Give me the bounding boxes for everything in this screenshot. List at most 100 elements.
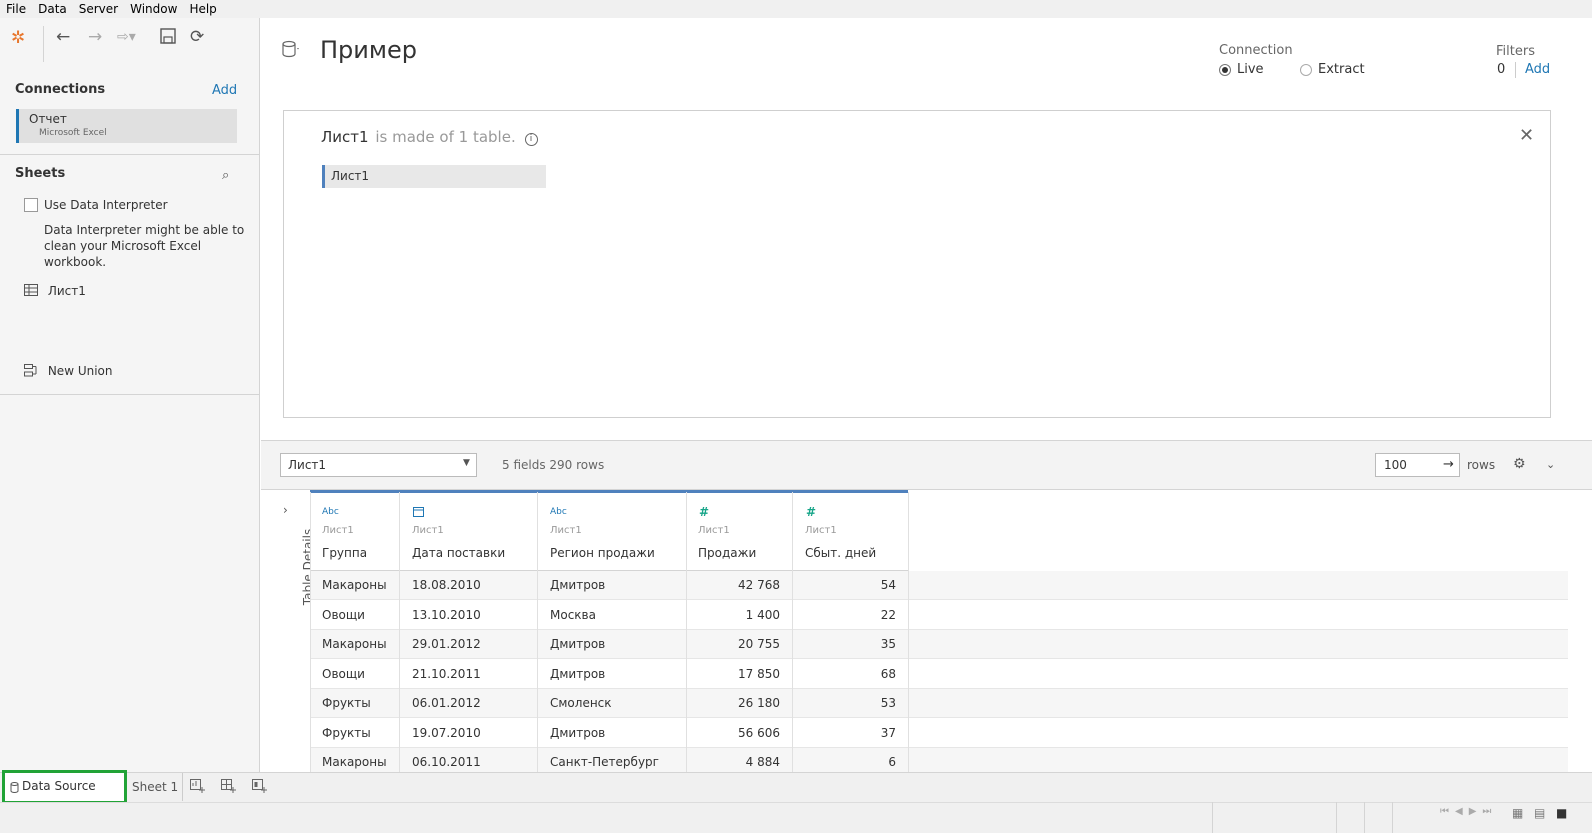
table-row <box>310 571 1568 600</box>
add-connection-link[interactable]: Add <box>212 83 237 98</box>
connection-type: Microsoft Excel <box>39 128 107 138</box>
menu-window[interactable]: Window <box>130 2 177 16</box>
table-row <box>310 660 1568 689</box>
interpreter-hint: Data Interpreter might be able to clean … <box>44 222 244 270</box>
column-header[interactable]: Регион продажи <box>550 546 655 560</box>
tabs-view-icon[interactable]: ■ <box>1556 806 1567 820</box>
use-interpreter-label: Use Data Interpreter <box>44 198 168 212</box>
filters-label: Filters <box>1496 44 1535 59</box>
tab-data-source[interactable]: Data Source <box>2 770 127 804</box>
table-icon <box>24 284 38 296</box>
column-divider[interactable] <box>399 492 400 772</box>
table-row <box>310 719 1568 748</box>
use-interpreter-checkbox[interactable] <box>24 198 38 212</box>
datasource-title[interactable]: Пример <box>320 36 417 64</box>
table-cell: 56 606 <box>738 726 780 740</box>
datasource-icon[interactable] <box>281 40 301 64</box>
new-union-item[interactable]: New Union <box>24 364 113 378</box>
status-divider <box>1336 802 1337 833</box>
table-chip-label: Лист1 <box>331 169 370 183</box>
rows-input-value: 100 <box>1384 458 1407 472</box>
table-row <box>310 601 1568 630</box>
rows-input[interactable]: 100 → <box>1375 453 1460 477</box>
table-chip[interactable]: Лист1 <box>322 165 546 188</box>
filmstrip-view-icon[interactable]: ▤ <box>1534 806 1545 820</box>
table-select-value: Лист1 <box>288 458 327 472</box>
date-type-icon[interactable] <box>413 506 424 520</box>
string-type-icon[interactable]: Abc <box>322 507 339 517</box>
column-header[interactable]: Сбыт. дней <box>805 546 876 560</box>
new-dashboard-icon[interactable] <box>221 779 237 797</box>
table-cell: 13.10.2010 <box>412 608 481 622</box>
table-cell: 35 <box>880 637 896 651</box>
column-header[interactable]: Дата поставки <box>412 546 505 560</box>
string-type-icon[interactable]: Abc <box>550 507 567 517</box>
column-header[interactable]: Группа <box>322 546 367 560</box>
replace-datasource-icon[interactable]: ⇨▾ <box>117 27 136 47</box>
redo-icon[interactable]: → <box>88 27 102 47</box>
table-cell: 42 768 <box>738 578 780 592</box>
status-divider <box>1212 802 1213 833</box>
menu-data[interactable]: Data <box>38 2 67 16</box>
table-cell: Овощи <box>322 667 365 681</box>
search-icon[interactable]: ⌕ <box>222 168 229 183</box>
table-cell: 6 <box>888 755 896 769</box>
tab-sheet1[interactable]: Sheet 1 <box>132 780 178 794</box>
canvas-sheet-name: Лист1 <box>321 128 369 146</box>
info-icon[interactable]: i <box>524 133 538 146</box>
expand-icon[interactable]: › <box>283 503 288 517</box>
column-divider[interactable] <box>686 492 687 772</box>
undo-icon[interactable]: ← <box>56 27 70 47</box>
join-canvas[interactable]: Лист1 is made of 1 table. i ✕ Лист1 <box>283 110 1551 418</box>
table-cell: Макароны <box>322 578 387 592</box>
table-select[interactable]: Лист1 ▼ <box>280 453 477 477</box>
table-cell: 68 <box>880 667 896 681</box>
chevron-down-icon[interactable]: ⌄ <box>1546 458 1555 471</box>
table-cell: 06.10.2011 <box>412 755 481 769</box>
refresh-icon[interactable]: ⟳ <box>190 27 204 47</box>
column-source: Лист1 <box>412 525 444 536</box>
save-icon[interactable] <box>159 27 177 50</box>
connections-heading: Connections <box>15 82 106 97</box>
column-divider[interactable] <box>908 492 909 772</box>
tableau-logo-icon[interactable]: ✲ <box>11 28 25 48</box>
number-type-icon[interactable]: # <box>806 505 816 519</box>
column-divider[interactable] <box>537 492 538 772</box>
gear-icon[interactable]: ⚙ <box>1513 456 1526 472</box>
toolbar-divider <box>43 26 44 62</box>
table-cell: Фрукты <box>322 696 371 710</box>
connection-item[interactable]: Отчет Microsoft Excel <box>16 109 237 143</box>
number-type-icon[interactable]: # <box>699 505 709 519</box>
menu-help[interactable]: Help <box>189 2 216 16</box>
table-cell: 54 <box>880 578 896 592</box>
new-story-icon[interactable] <box>252 779 268 797</box>
table-cell: 29.01.2012 <box>412 637 481 651</box>
column-divider[interactable] <box>792 492 793 772</box>
menu-file[interactable]: File <box>6 2 26 16</box>
sheet-item[interactable]: Лист1 <box>24 284 86 298</box>
status-divider <box>1392 802 1393 833</box>
sheet-navigation[interactable]: ⏮◀▶⏭ <box>1440 806 1497 817</box>
interpreter-hint-line: clean your Microsoft Excel <box>44 239 202 253</box>
column-header[interactable]: Продажи <box>698 546 756 560</box>
sheets-heading: Sheets <box>15 166 66 181</box>
sheet-tab-bar <box>0 772 1592 802</box>
column-divider <box>310 492 311 772</box>
extract-radio[interactable] <box>1300 64 1312 76</box>
table-cell: 1 400 <box>745 608 780 622</box>
table-cell: Овощи <box>322 608 365 622</box>
column-source: Лист1 <box>698 525 730 536</box>
arrow-right-icon[interactable]: → <box>1443 457 1454 472</box>
filters-count: 0 <box>1497 62 1506 77</box>
datasource-icon <box>10 782 19 793</box>
close-icon[interactable]: ✕ <box>1519 125 1534 146</box>
sorter-view-icon[interactable]: ▦ <box>1512 806 1523 820</box>
table-cell: Москва <box>550 608 596 622</box>
new-worksheet-icon[interactable] <box>190 779 206 797</box>
table-cell: Дмитров <box>550 637 606 651</box>
tab-data-source-label: Data Source <box>22 779 96 793</box>
live-radio[interactable] <box>1219 64 1231 76</box>
add-filter-link[interactable]: Add <box>1525 62 1550 77</box>
menu-server[interactable]: Server <box>79 2 118 16</box>
table-cell: Смоленск <box>550 696 612 710</box>
